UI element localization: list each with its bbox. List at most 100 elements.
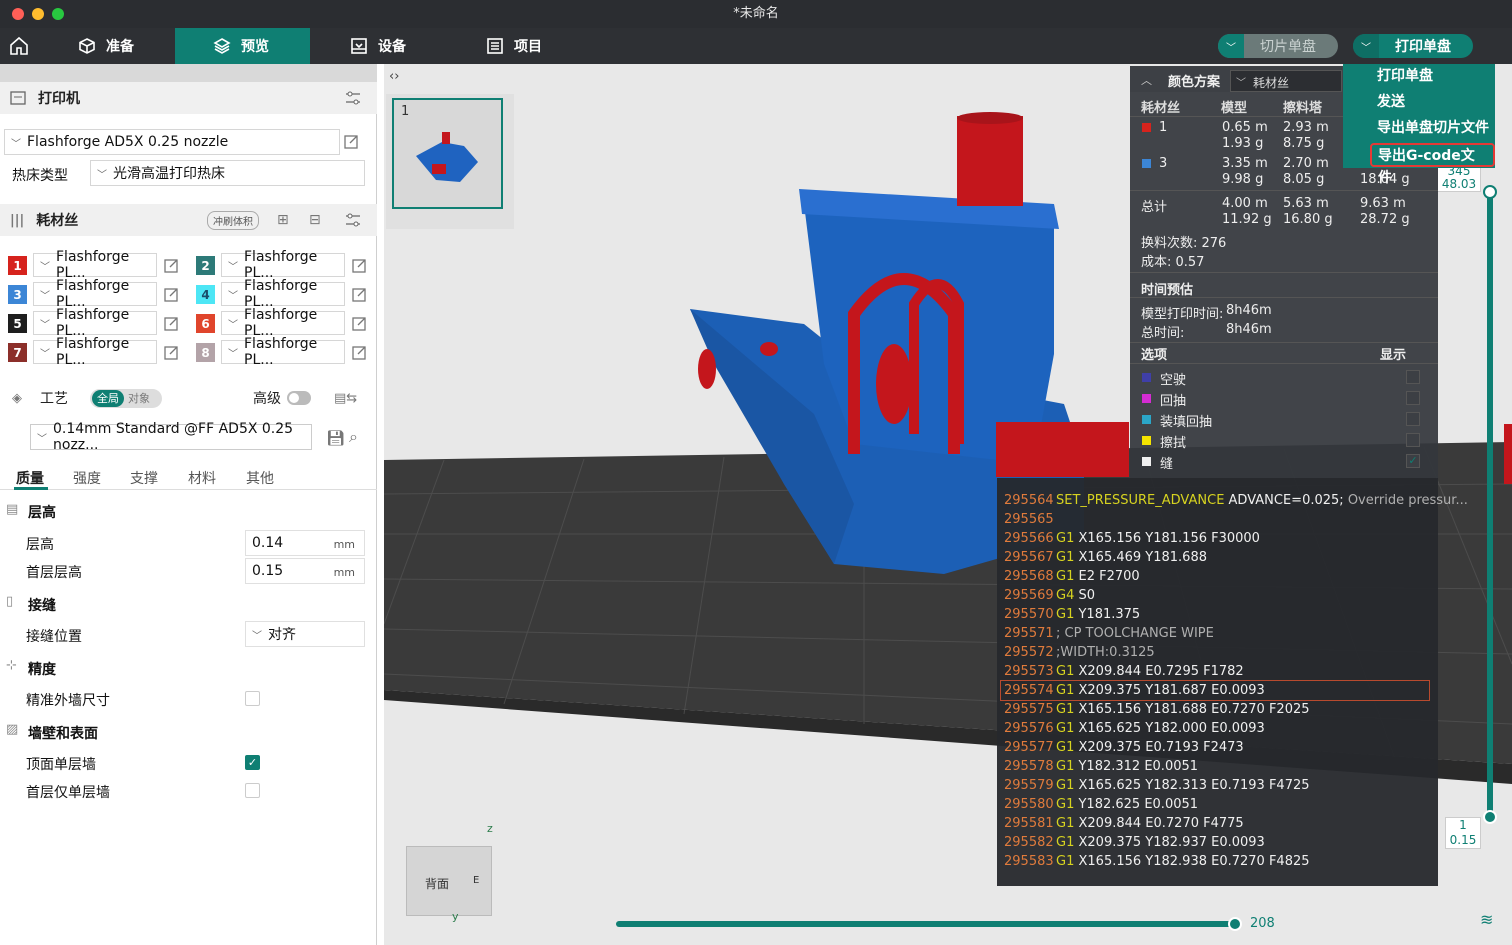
gcode-line[interactable]: 295571; CP TOOLCHANGE WIPE xyxy=(1004,624,1214,643)
view-cube[interactable]: 背面 E xyxy=(406,846,492,916)
settings-sliders-icon[interactable] xyxy=(344,90,362,106)
edit-filament-1-icon[interactable] xyxy=(164,258,179,273)
color-scheme-select[interactable]: ﹀ 耗材丝 xyxy=(1230,70,1342,92)
search-icon[interactable]: ⌕ xyxy=(349,427,358,447)
option-4-checkbox[interactable]: ✓ xyxy=(1406,454,1420,468)
tab-material[interactable]: 材料 xyxy=(188,468,216,488)
tab-strength[interactable]: 强度 xyxy=(73,468,101,488)
edit-printer-icon[interactable] xyxy=(344,134,359,149)
filament-slot-4-badge[interactable]: 4 xyxy=(196,285,215,304)
gcode-line[interactable]: 295568 G1 E2 F2700 xyxy=(1004,567,1140,586)
print-plate-button[interactable]: ﹀ 打印单盘 xyxy=(1353,34,1473,58)
gcode-line[interactable]: 295583 G1 X165.156 Y182.938 E0.7270 F4825 xyxy=(1004,852,1310,871)
tab-preview[interactable]: 预览 xyxy=(175,28,310,64)
tab-device[interactable]: 设备 xyxy=(332,28,462,64)
menu-export-plate-sliced[interactable]: 导出单盘切片文件 xyxy=(1377,117,1489,139)
gcode-line[interactable]: 295578 G1 Y182.312 E0.0051 xyxy=(1004,757,1198,776)
menu-print-plate[interactable]: 打印单盘 xyxy=(1377,65,1433,87)
filament-slot-3-badge[interactable]: 3 xyxy=(8,285,27,304)
option-1-checkbox[interactable] xyxy=(1406,391,1420,405)
option-2-checkbox[interactable] xyxy=(1406,412,1420,426)
menu-export-gcode[interactable]: 导出G-code文件 xyxy=(1370,143,1495,186)
edit-filament-4-icon[interactable] xyxy=(352,287,367,302)
filament-slot-6-select[interactable]: ﹀ Flashforge PL... xyxy=(221,307,345,339)
filament-slot-7-select[interactable]: ﹀ Flashforge PL... xyxy=(33,336,157,368)
home-icon[interactable] xyxy=(8,35,30,57)
flush-volume-button[interactable]: 冲刷体积 xyxy=(207,210,259,230)
gcode-line[interactable]: 295564 SET_PRESSURE_ADVANCE ADVANCE=0.025… xyxy=(1004,491,1468,510)
scope-global[interactable]: 全局 xyxy=(92,390,124,407)
gcode-line[interactable]: 295579 G1 X165.625 Y182.313 E0.7193 F4725 xyxy=(1004,776,1310,795)
minimize-window-button[interactable] xyxy=(32,8,44,20)
slice-plate-button[interactable]: ﹀ 切片单盘 xyxy=(1218,34,1338,58)
filament-slot-5-badge[interactable]: 5 xyxy=(8,314,27,333)
printer-select[interactable]: ﹀ Flashforge AD5X 0.25 nozzle xyxy=(4,129,340,155)
collapse-sidebar-icon[interactable]: ‹› xyxy=(389,69,399,84)
layer-slider-top-thumb[interactable] xyxy=(1483,185,1497,199)
edit-filament-5-icon[interactable] xyxy=(164,316,179,331)
filament-slot-3-select[interactable]: ﹀ Flashforge PL... xyxy=(33,278,157,310)
filament-slot-1-select[interactable]: ﹀ Flashforge PL... xyxy=(33,249,157,281)
bed-type-select[interactable]: ﹀ 光滑高温打印热床 xyxy=(90,160,365,186)
edit-filament-7-icon[interactable] xyxy=(164,345,179,360)
close-window-button[interactable] xyxy=(12,8,24,20)
edit-filament-3-icon[interactable] xyxy=(164,287,179,302)
filament-slot-6-badge[interactable]: 6 xyxy=(196,314,215,333)
layer-height-input[interactable]: 0.14 mm xyxy=(245,530,365,556)
gcode-line[interactable]: 295570 G1 Y181.375 xyxy=(1004,605,1140,624)
edit-filament-6-icon[interactable] xyxy=(352,316,367,331)
gcode-line[interactable]: 295582 G1 X209.375 Y182.937 E0.0093 xyxy=(1004,833,1265,852)
move-slider-thumb[interactable] xyxy=(1228,917,1242,931)
save-icon[interactable]: 💾︎ xyxy=(326,429,345,447)
gcode-line[interactable]: 295569 G4 S0 xyxy=(1004,586,1095,605)
option-3-checkbox[interactable] xyxy=(1406,433,1420,447)
first-layer-height-input[interactable]: 0.15 mm xyxy=(245,558,365,584)
edit-filament-2-icon[interactable] xyxy=(352,258,367,273)
gcode-line[interactable]: 295575 G1 X165.156 Y181.688 E0.7270 F2025 xyxy=(1004,700,1310,719)
layer-slider-bottom-thumb[interactable] xyxy=(1483,810,1497,824)
gcode-move-slider[interactable] xyxy=(616,921,1234,927)
menu-send[interactable]: 发送 xyxy=(1377,91,1405,113)
gcode-line[interactable]: 295567 G1 X165.469 Y181.688 xyxy=(1004,548,1207,567)
filament-slot-2-select[interactable]: ﹀ Flashforge PL... xyxy=(221,249,345,281)
collapse-legend-icon[interactable]: ︿ xyxy=(1141,72,1152,88)
first-single-wall-checkbox[interactable] xyxy=(245,783,260,798)
filament-slot-2-badge[interactable]: 2 xyxy=(196,256,215,275)
gcode-line[interactable]: 295572 ;WIDTH:0.3125 xyxy=(1004,643,1155,662)
option-0-checkbox[interactable] xyxy=(1406,370,1420,384)
add-filament-icon[interactable]: ⊞ xyxy=(277,212,289,228)
edit-filament-8-icon[interactable] xyxy=(352,345,367,360)
filament-slot-5-select[interactable]: ﹀ Flashforge PL... xyxy=(33,307,157,339)
top-single-wall-checkbox[interactable]: ✓ xyxy=(245,755,260,770)
filament-slot-1-badge[interactable]: 1 xyxy=(8,256,27,275)
filament-slot-8-select[interactable]: ﹀ Flashforge PL... xyxy=(221,336,345,368)
zoom-window-button[interactable] xyxy=(52,8,64,20)
precise-wall-checkbox[interactable] xyxy=(245,691,260,706)
layers-toggle-icon[interactable]: ≋ xyxy=(1480,910,1493,929)
filament-slot-7-badge[interactable]: 7 xyxy=(8,343,27,362)
gcode-line[interactable]: 295580 G1 Y182.625 E0.0051 xyxy=(1004,795,1198,814)
gcode-line[interactable]: 295576 G1 X165.625 Y182.000 E0.0093 xyxy=(1004,719,1265,738)
gcode-line[interactable]: 295566 G1 X165.156 Y181.156 F30000 xyxy=(1004,529,1260,548)
gcode-line[interactable]: 295574 G1 X209.375 Y181.687 E0.0093 xyxy=(1000,680,1430,701)
layer-slider[interactable] xyxy=(1487,192,1493,818)
filament-slot-4-select[interactable]: ﹀ Flashforge PL... xyxy=(221,278,345,310)
tab-prepare[interactable]: 准备 xyxy=(60,28,175,64)
scope-object[interactable]: 对象 xyxy=(128,390,150,407)
filament-settings-icon[interactable] xyxy=(344,212,362,228)
remove-filament-icon[interactable]: ⊟ xyxy=(309,212,321,228)
chevron-down-icon[interactable]: ﹀ xyxy=(1353,34,1379,58)
gcode-line[interactable]: 295581 G1 X209.844 E0.7270 F4775 xyxy=(1004,814,1244,833)
advanced-toggle[interactable] xyxy=(287,391,311,405)
filament-slot-8-badge[interactable]: 8 xyxy=(196,343,215,362)
chevron-down-icon[interactable]: ﹀ xyxy=(1218,34,1244,58)
tab-quality[interactable]: 质量 xyxy=(16,468,44,488)
gcode-line[interactable]: 295573 G1 X209.844 E0.7295 F1782 xyxy=(1004,662,1244,681)
seam-position-select[interactable]: ﹀ 对齐 xyxy=(245,621,365,647)
tab-project[interactable]: 项目 xyxy=(468,28,598,64)
process-preset-select[interactable]: ﹀ 0.14mm Standard @FF AD5X 0.25 nozz... xyxy=(30,421,312,453)
tab-other[interactable]: 其他 xyxy=(246,468,274,488)
plate-thumbnail[interactable]: 1 xyxy=(392,98,503,209)
gcode-line[interactable]: 295565 xyxy=(1004,510,1056,529)
gcode-line[interactable]: 295577 G1 X209.375 E0.7193 F2473 xyxy=(1004,738,1244,757)
